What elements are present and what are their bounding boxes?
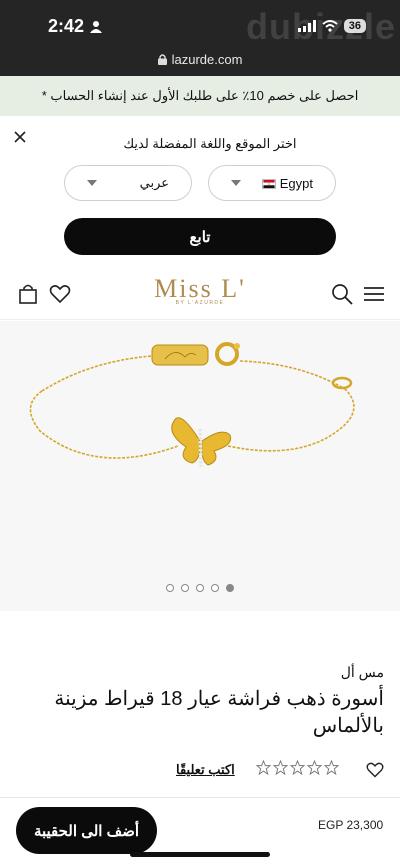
language-value: عربي <box>139 175 169 190</box>
url-text: lazurde.com <box>171 52 243 67</box>
battery-indicator: 36 <box>343 19 366 33</box>
wishlist-heart-icon[interactable] <box>366 761 384 779</box>
gallery-dots <box>0 584 400 592</box>
promo-text: احصل على خصم 10٪ على طلبك الأول عند إنشا… <box>41 88 359 103</box>
gallery-dot[interactable] <box>166 584 174 592</box>
lock-icon <box>157 54 167 65</box>
country-value-wrap: Egypt <box>258 176 313 191</box>
status-time: 2:42 <box>48 16 85 36</box>
egypt-flag-icon <box>262 178 277 189</box>
gallery-dot[interactable] <box>196 584 204 592</box>
status-right: 36 <box>297 19 366 33</box>
region-title: اختر الموقع واللغة المفضلة لديك <box>123 136 297 151</box>
url-bar[interactable]: lazurde.com <box>0 52 400 67</box>
rating-row: اكتب تعليقًا <box>0 760 400 782</box>
star-icon <box>273 760 288 775</box>
page: 2:42 dubizzle 36 lazurde.com احصل على خص… <box>0 0 400 866</box>
home-indicator <box>130 852 270 857</box>
star-icon <box>290 760 305 775</box>
star-icon <box>256 760 271 775</box>
add-to-bag-button[interactable]: أضف الى الحقيبة <box>16 807 157 854</box>
star-icon <box>307 760 322 775</box>
continue-button[interactable]: تابع <box>64 218 336 255</box>
promo-banner[interactable]: احصل على خصم 10٪ على طلبك الأول عند إنشا… <box>0 76 400 116</box>
country-value: Egypt <box>279 175 313 191</box>
product-price: EGP 23,300 <box>318 818 384 832</box>
gallery-dot[interactable] <box>181 584 189 592</box>
rating-stars[interactable] <box>256 760 339 775</box>
country-select[interactable]: Egypt <box>208 165 336 201</box>
product-image <box>29 342 355 468</box>
product-title: أسورة ذهب فراشة عيار 18 قيراط مزينة بالأ… <box>54 688 384 737</box>
chevron-down-icon <box>231 180 241 186</box>
product-gallery[interactable] <box>0 321 400 611</box>
gallery-dot-active[interactable] <box>226 584 234 592</box>
product-brand[interactable]: مس أل <box>341 664 384 681</box>
signal-icon <box>297 20 316 32</box>
logo-sub: BY L'AZURDE <box>175 300 225 306</box>
star-icon <box>324 760 339 775</box>
wifi-icon <box>322 20 338 32</box>
write-review-link[interactable]: اكتب تعليقًا <box>176 762 235 778</box>
person-icon <box>90 21 102 33</box>
browser-chrome: 2:42 dubizzle 36 lazurde.com <box>0 0 400 76</box>
language-select[interactable]: عربي <box>64 165 192 201</box>
gallery-dot[interactable] <box>211 584 219 592</box>
chevron-down-icon <box>87 180 97 186</box>
